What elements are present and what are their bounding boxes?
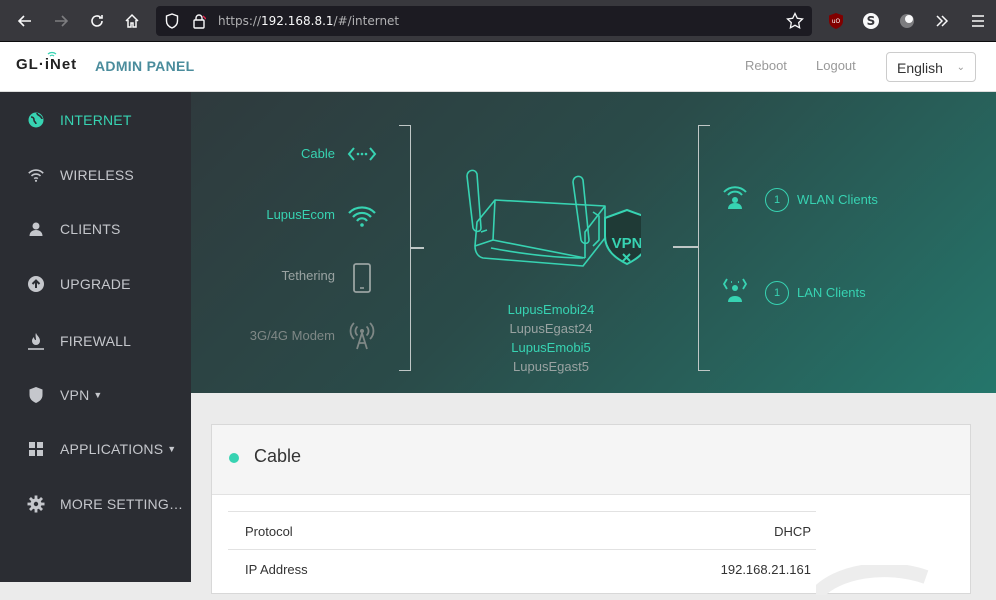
sidebar-item-label: FIREWALL (60, 333, 132, 349)
browser-toolbar: https://192.168.8.1/#/internet uO S (0, 0, 996, 42)
wifi-icon[interactable] (347, 204, 377, 233)
language-select[interactable]: English ⌄ (886, 52, 976, 82)
decorative-arc (810, 563, 970, 600)
row-key: Protocol (245, 524, 293, 539)
sidebar-item-upgrade[interactable]: UPGRADE (0, 264, 191, 304)
card-title: Cable (254, 446, 302, 466)
fire-icon (27, 332, 45, 350)
reboot-link[interactable]: Reboot (745, 58, 787, 73)
extension-s-icon[interactable]: S (861, 11, 881, 31)
wireless-client-icon (721, 184, 749, 215)
svg-text:uO: uO (832, 18, 841, 25)
wifi-icon (27, 166, 45, 184)
sidebar-item-label: CLIENTS (60, 221, 121, 237)
bookmark-star-icon[interactable] (786, 11, 804, 35)
sources-bracket (399, 125, 411, 371)
client-count-badge: 1 (765, 280, 789, 305)
table-row: Protocol DHCP (228, 511, 816, 549)
ublock-icon[interactable]: uO (826, 11, 846, 31)
svg-text:S: S (867, 14, 876, 28)
reload-icon[interactable] (84, 8, 110, 34)
logo-wifi-icon (47, 51, 57, 57)
clients-bracket (698, 125, 710, 371)
ssid-item[interactable]: LupusEgast5 (491, 359, 611, 374)
status-dot (229, 453, 239, 463)
source-cable-label[interactable]: Cable (215, 146, 335, 161)
client-label: LAN Clients (797, 285, 866, 300)
upload-icon (27, 275, 45, 293)
home-icon[interactable] (119, 8, 145, 34)
vpn-badge-label: VPN (612, 235, 641, 252)
sidebar-item-label: APPLICATIONS ▼ (60, 441, 177, 457)
connector-line (673, 246, 698, 248)
ssid-item[interactable]: LupusEmobi5 (491, 340, 611, 355)
phone-icon[interactable] (352, 263, 372, 298)
admin-panel-title: ADMIN PANEL (95, 58, 195, 74)
logout-link[interactable]: Logout (816, 58, 856, 73)
globe-icon (27, 111, 45, 129)
sidebar-item-vpn[interactable]: VPN ▼ (0, 375, 191, 415)
source-wifi-label[interactable]: LupusEcom (215, 207, 335, 222)
shield-icon (27, 386, 45, 404)
sidebar-item-label: WIRELESS (60, 167, 134, 183)
cable-status-card: Cable Protocol DHCP IP Address 192.168.2… (211, 424, 971, 600)
card-header: Cable (212, 425, 970, 495)
wlan-clients-row[interactable]: 1 WLAN Clients (721, 184, 878, 215)
language-value: English (897, 60, 943, 76)
overflow-chevrons-icon[interactable] (932, 11, 952, 31)
row-value: DHCP (774, 524, 811, 539)
ssid-item[interactable]: LupusEmobi24 (491, 302, 611, 317)
sidebar-item-clients[interactable]: CLIENTS (0, 209, 191, 249)
sidebar-item-label: INTERNET (60, 112, 132, 128)
lan-clients-row[interactable]: 1 LAN Clients (721, 277, 866, 308)
source-modem-label[interactable]: 3G/4G Modem (215, 328, 335, 343)
antenna-tower-icon[interactable] (349, 319, 375, 356)
row-value: 192.168.21.161 (720, 562, 811, 577)
app-header: GL·iNet ADMIN PANEL Reboot Logout Englis… (0, 42, 996, 92)
sidebar-item-more-settings[interactable]: MORE SETTING… (0, 484, 191, 524)
router-icon: VPN (461, 164, 650, 289)
sidebar-item-label: VPN ▼ (60, 387, 103, 403)
back-arrow-icon[interactable] (12, 8, 38, 34)
row-key: IP Address (245, 562, 308, 577)
sidebar-item-firewall[interactable]: FIREWALL (0, 321, 191, 361)
network-status-panel: Cable LupusEcom Tethering 3G/4G Modem VP… (191, 92, 996, 393)
lan-client-icon (721, 277, 749, 308)
main-content: Cable Protocol DHCP IP Address 192.168.2… (191, 393, 996, 600)
grid-icon (27, 440, 45, 458)
sidebar-item-wireless[interactable]: WIRELESS (0, 155, 191, 195)
connector-line (411, 247, 424, 249)
table-row: IP Address 192.168.21.161 (228, 549, 816, 587)
url-bar[interactable]: https://192.168.8.1/#/internet (156, 6, 812, 36)
extension-toggle-icon[interactable] (897, 11, 917, 31)
gear-icon (27, 495, 45, 513)
client-label: WLAN Clients (797, 192, 878, 207)
cable-arrows-icon[interactable] (347, 145, 377, 168)
lock-icon[interactable] (192, 13, 207, 34)
hamburger-menu-icon[interactable] (968, 11, 988, 31)
shield-icon[interactable] (165, 13, 179, 34)
client-count-badge: 1 (765, 187, 789, 212)
sidebar: INTERNET WIRELESS CLIENTS UPGRADE FIREWA… (0, 92, 191, 582)
sidebar-item-label: MORE SETTING… (60, 496, 184, 512)
brand-logo[interactable]: GL·iNet (16, 51, 77, 73)
source-tethering-label[interactable]: Tethering (215, 268, 335, 283)
ssid-item[interactable]: LupusEgast24 (491, 321, 611, 336)
sidebar-item-internet[interactable]: INTERNET (0, 100, 191, 140)
user-icon (27, 220, 45, 238)
url-text[interactable]: https://192.168.8.1/#/internet (218, 14, 399, 28)
chevron-down-icon: ⌄ (956, 62, 965, 73)
caret-down-icon: ▼ (93, 390, 103, 400)
forward-arrow-icon[interactable] (48, 8, 74, 34)
caret-down-icon: ▼ (167, 444, 177, 454)
sidebar-item-applications[interactable]: APPLICATIONS ▼ (0, 429, 191, 469)
sidebar-item-label: UPGRADE (60, 276, 131, 292)
